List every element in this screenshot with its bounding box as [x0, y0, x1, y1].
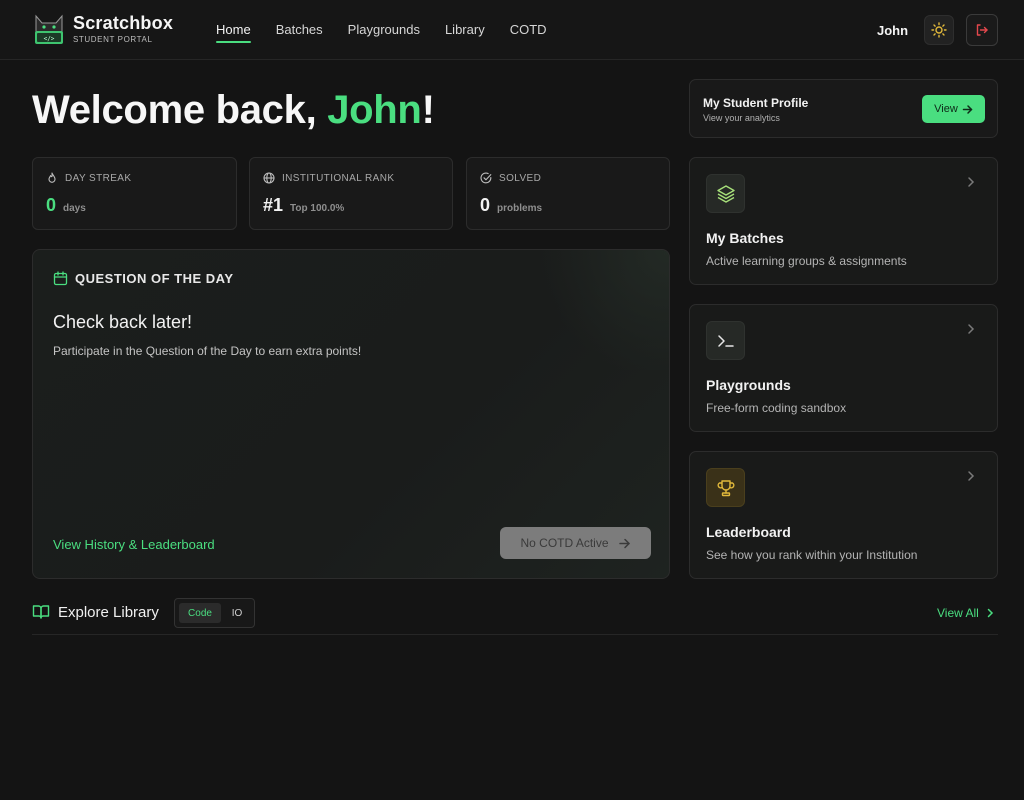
chevron-right-icon — [987, 608, 993, 618]
solved-unit: problems — [497, 203, 543, 214]
brand-name: Scratchbox — [73, 13, 174, 33]
view-history-leaderboard-link[interactable]: View History & Leaderboard — [53, 537, 215, 552]
toggle-io[interactable]: IO — [225, 603, 249, 623]
sun-icon — [931, 22, 947, 38]
card-glow — [529, 250, 669, 370]
chevron-right-icon — [968, 324, 975, 334]
qotd-heading: QUESTION OF THE DAY — [75, 271, 234, 286]
feature-icon-box — [706, 468, 745, 507]
stat-card-streak: DAY STREAK 0 days — [32, 157, 237, 230]
user-name[interactable]: John — [877, 23, 908, 38]
student-profile-card: My Student Profile View your analytics V… — [689, 79, 998, 138]
welcome-prefix: Welcome back, — [32, 88, 328, 132]
stat-card-solved: SOLVED 0 problems — [466, 157, 670, 230]
library-type-toggle: Code IO — [174, 598, 255, 628]
section-divider — [32, 634, 998, 635]
chevron-right-icon — [968, 471, 975, 481]
streak-value: 0 — [46, 195, 57, 215]
explore-library-header: Explore Library — [32, 603, 159, 621]
brand[interactable]: </> Scratchbox STUDENT PORTAL — [32, 12, 173, 46]
globe-icon — [263, 172, 275, 184]
nav-cotd[interactable]: COTD — [510, 22, 547, 44]
nav-home[interactable]: Home — [216, 22, 251, 44]
button-label: No COTD Active — [520, 536, 609, 550]
top-navbar: </> Scratchbox STUDENT PORTAL Home Batch… — [0, 0, 1024, 60]
leaderboard-card[interactable]: Leaderboard See how you rank within your… — [689, 451, 998, 579]
stat-card-rank: INSTITUTIONAL RANK #1 Top 100.0% — [249, 157, 453, 230]
feature-description: Active learning groups & assignments — [706, 254, 907, 268]
stat-label: INSTITUTIONAL RANK — [282, 172, 395, 184]
book-open-icon — [32, 605, 50, 619]
question-of-the-day-card: QUESTION OF THE DAY Check back later! Pa… — [32, 249, 670, 579]
layers-icon — [716, 184, 735, 203]
svg-text:</>: </> — [44, 36, 55, 43]
arrow-right-icon — [618, 538, 630, 548]
feature-title: Leaderboard — [706, 524, 791, 540]
trophy-icon — [717, 479, 734, 496]
welcome-name: John — [327, 88, 422, 132]
profile-title: My Student Profile — [703, 96, 809, 110]
welcome-suffix: ! — [421, 88, 435, 132]
no-cotd-active-button[interactable]: No COTD Active — [500, 527, 651, 559]
cat-logo-icon: </> — [35, 14, 63, 44]
view-all-label: View All — [937, 606, 979, 620]
feature-icon-box — [706, 174, 745, 213]
flame-icon — [48, 172, 56, 183]
view-profile-button[interactable]: View — [922, 95, 985, 123]
logout-button[interactable] — [966, 14, 998, 46]
toggle-code[interactable]: Code — [179, 603, 221, 623]
terminal-icon — [717, 334, 734, 347]
arrow-right-icon — [962, 104, 973, 114]
brand-subtitle: STUDENT PORTAL — [73, 35, 153, 44]
welcome-heading: Welcome back, John! — [32, 86, 435, 134]
theme-toggle-button[interactable] — [924, 15, 954, 45]
explore-library-title: Explore Library — [58, 603, 159, 621]
check-circle-icon — [480, 172, 492, 184]
stat-label: DAY STREAK — [65, 172, 132, 184]
feature-icon-box — [706, 321, 745, 360]
feature-title: My Batches — [706, 230, 784, 246]
streak-unit: days — [63, 203, 86, 214]
view-all-link[interactable]: View All — [937, 606, 995, 620]
nav-batches[interactable]: Batches — [276, 22, 323, 44]
playgrounds-card[interactable]: Playgrounds Free-form coding sandbox — [689, 304, 998, 432]
stat-label: SOLVED — [499, 172, 542, 184]
rank-unit: Top 100.0% — [290, 203, 345, 214]
qotd-title: Check back later! — [53, 312, 193, 332]
main-nav: Home Batches Playgrounds Library COTD — [216, 22, 572, 44]
feature-description: Free-form coding sandbox — [706, 401, 847, 415]
button-label: View — [934, 103, 958, 115]
feature-title: Playgrounds — [706, 377, 791, 393]
feature-description: See how you rank within your Institution — [706, 548, 918, 562]
nav-playgrounds[interactable]: Playgrounds — [348, 22, 420, 44]
logout-icon — [976, 24, 988, 36]
solved-value: 0 — [480, 195, 491, 215]
my-batches-card[interactable]: My Batches Active learning groups & assi… — [689, 157, 998, 285]
rank-value: #1 — [263, 195, 284, 215]
chevron-right-icon — [968, 177, 975, 187]
nav-library[interactable]: Library — [445, 22, 485, 44]
qotd-description: Participate in the Question of the Day t… — [53, 344, 362, 358]
calendar-icon — [53, 271, 68, 286]
profile-subtitle: View your analytics — [703, 113, 780, 123]
